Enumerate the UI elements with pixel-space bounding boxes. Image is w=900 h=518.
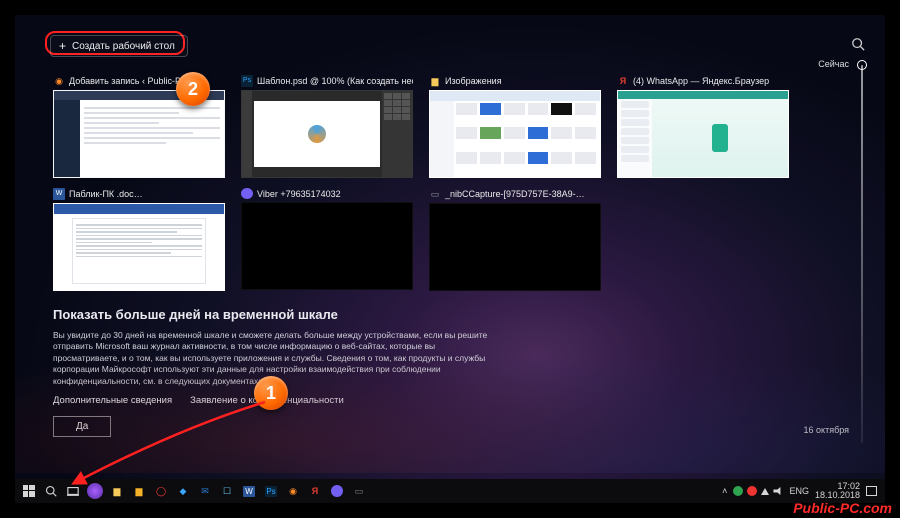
task-view-screen: + Создать рабочий стол Сейчас ◉ Добавить…	[15, 15, 885, 503]
tray-clock[interactable]: 17:02 18.10.2018	[815, 482, 860, 501]
photoshop-icon: Ps	[265, 486, 276, 497]
task-list: ◉ Добавить запись ‹ Public-P… Ps Шаблон.…	[53, 75, 815, 291]
task-title-label: Изображения	[445, 76, 502, 86]
volume-icon[interactable]	[773, 486, 783, 496]
firefox-icon: ◉	[53, 75, 65, 87]
taskbar-app[interactable]: ◉	[283, 481, 303, 501]
taskbar-app[interactable]	[327, 481, 347, 501]
task-thumbnail	[53, 90, 225, 178]
timeline-date-label: 16 октября	[804, 425, 849, 435]
photoshop-icon: Ps	[241, 75, 253, 87]
task-window[interactable]: Viber +79635174032	[241, 188, 413, 291]
taskbar-app[interactable]: ✉	[195, 481, 215, 501]
folder-icon: ▆	[114, 486, 121, 497]
firefox-icon: ◉	[289, 486, 297, 497]
timeline-search-button[interactable]	[851, 37, 865, 51]
timeline-now-label: Сейчас	[818, 59, 849, 69]
task-window[interactable]: ▆ Изображения	[429, 75, 601, 178]
timeline-scroll-knob[interactable]	[857, 60, 867, 70]
task-thumbnail	[617, 90, 789, 178]
new-desktop-button[interactable]: + Создать рабочий стол	[50, 35, 188, 57]
mail-icon: ✉	[201, 486, 209, 497]
folder-icon: ▆	[429, 75, 441, 87]
tray-icon[interactable]	[733, 486, 743, 496]
task-view-icon	[67, 485, 79, 497]
app-icon: ▭	[355, 486, 364, 497]
taskbar-app[interactable]: ◯	[151, 481, 171, 501]
taskbar-app[interactable]: ▆	[107, 481, 127, 501]
task-window[interactable]: ◉ Добавить запись ‹ Public-P…	[53, 75, 225, 178]
promo-link-more[interactable]: Дополнительные сведения	[53, 395, 172, 406]
task-title-label: Viber +79635174032	[257, 189, 341, 199]
promo-link-privacy[interactable]: Заявление о конфиденциальности	[190, 395, 344, 406]
search-icon	[851, 37, 865, 51]
task-window[interactable]: Я (4) WhatsApp — Яндекс.Браузер	[617, 75, 789, 178]
plus-icon: +	[59, 40, 66, 52]
tray-date: 18.10.2018	[815, 490, 860, 500]
task-thumbnail	[53, 203, 225, 291]
start-button[interactable]	[19, 481, 39, 501]
task-title-label: Добавить запись ‹ Public-P…	[69, 76, 190, 86]
new-desktop-label: Создать рабочий стол	[72, 41, 175, 52]
opera-icon: ◯	[156, 486, 166, 497]
taskbar-app[interactable]: W	[239, 481, 259, 501]
yandex-icon: Я	[617, 75, 629, 87]
timeline-promo: Показать больше дней на временной шкале …	[53, 307, 605, 437]
taskbar: ▆ ▆ ◯ ◆ ✉ ☐ W Ps ◉ Я ▭ ˄ ENG 17:02 18.	[15, 479, 885, 503]
task-title-label: _nibCCapture-[975D757E-38A9-…	[445, 189, 585, 199]
task-thumbnail	[429, 90, 601, 178]
promo-yes-button[interactable]: Да	[53, 416, 111, 437]
windows-icon	[23, 485, 35, 497]
task-title-label: (4) WhatsApp — Яндекс.Браузер	[633, 76, 769, 86]
task-thumbnail	[429, 203, 601, 291]
network-icon[interactable]	[761, 488, 769, 495]
task-thumbnail	[241, 202, 413, 290]
taskbar-app[interactable]: ▆	[129, 481, 149, 501]
app-icon: ◆	[180, 486, 187, 497]
promo-body: Вы увидите до 30 дней на временной шкале…	[53, 330, 493, 387]
word-icon: W	[53, 188, 65, 200]
search-icon	[45, 485, 57, 497]
task-title-label: Шаблон.psd @ 100% (Как создать несколь…	[257, 76, 413, 86]
yandex-icon: Я	[312, 486, 318, 496]
action-center-button[interactable]	[866, 486, 877, 496]
tray-language[interactable]: ENG	[789, 486, 809, 496]
task-window[interactable]: W Паблик-ПК .doc…	[53, 188, 225, 291]
timeline-scrollbar[interactable]	[861, 65, 863, 443]
task-title-label: Паблик-ПК .doc…	[69, 189, 143, 199]
taskbar-search-button[interactable]	[41, 481, 61, 501]
taskbar-app[interactable]: ◆	[173, 481, 193, 501]
tray-chevron-up-icon[interactable]: ˄	[722, 486, 727, 496]
viber-icon	[241, 188, 253, 199]
tray-icon[interactable]	[747, 486, 757, 496]
taskbar-app[interactable]: Ps	[261, 481, 281, 501]
app-icon: ☐	[223, 486, 231, 497]
taskbar-app[interactable]	[87, 483, 103, 499]
task-view-button[interactable]	[63, 481, 83, 501]
task-thumbnail	[241, 90, 413, 178]
word-icon: W	[243, 486, 255, 497]
folder-icon: ▆	[136, 486, 143, 497]
task-window[interactable]: ▭ _nibCCapture-[975D757E-38A9-…	[429, 188, 601, 291]
taskbar-app[interactable]: Я	[305, 481, 325, 501]
app-icon: ▭	[429, 188, 441, 200]
promo-heading: Показать больше дней на временной шкале	[53, 307, 605, 323]
system-tray[interactable]	[733, 486, 783, 496]
viber-icon	[331, 485, 343, 497]
taskbar-app[interactable]: ☐	[217, 481, 237, 501]
taskbar-app[interactable]: ▭	[349, 481, 369, 501]
task-window[interactable]: Ps Шаблон.psd @ 100% (Как создать нескол…	[241, 75, 413, 178]
